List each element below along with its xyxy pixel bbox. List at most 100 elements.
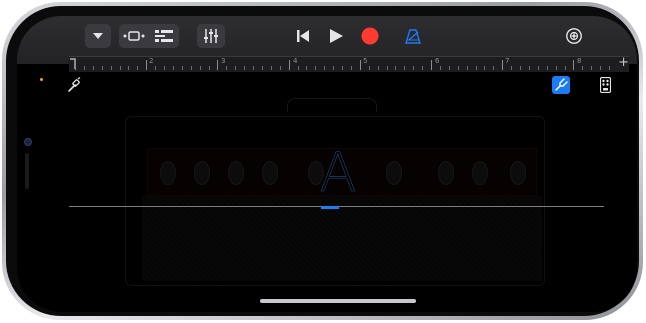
input-settings-button[interactable]	[65, 76, 83, 94]
ruler-tick	[83, 66, 85, 70]
amp-knob	[472, 161, 488, 185]
skip-back-button[interactable]	[292, 24, 314, 48]
ruler-bar-line	[502, 60, 504, 70]
record-icon	[361, 27, 379, 45]
menu-button[interactable]	[85, 24, 111, 48]
play-icon	[330, 29, 343, 43]
ruler-tick	[564, 66, 566, 70]
ruler-tick	[537, 66, 539, 70]
tuner-note: A	[319, 141, 357, 204]
browser-view-icon	[123, 31, 145, 41]
ruler-bar-line	[573, 60, 575, 70]
ruler-tick	[493, 66, 495, 70]
ruler-tick	[413, 66, 415, 70]
ruler-tick	[395, 66, 397, 70]
ruler-bar-line	[146, 60, 148, 70]
earpiece-speaker	[25, 153, 29, 189]
ruler-tick	[439, 66, 441, 70]
timeline-ruler[interactable]: 2 3 4 5 6 7 8 +	[69, 55, 629, 72]
ruler-tick	[582, 66, 584, 70]
ruler-tick	[270, 66, 272, 70]
amp-handle	[287, 98, 377, 112]
ruler-tick	[448, 66, 450, 70]
tuner-button[interactable]	[552, 76, 570, 94]
ruler-tick	[315, 66, 317, 70]
ruler-tick	[368, 66, 370, 70]
ruler-tick	[119, 66, 121, 70]
ruler-bar-line	[217, 60, 219, 70]
ruler-tick	[546, 66, 548, 70]
amp-knob	[160, 161, 176, 185]
ruler-tick	[155, 66, 157, 70]
ruler-bar-line	[359, 60, 361, 70]
ruler-tick	[306, 66, 308, 70]
bar-number: 7	[505, 57, 510, 65]
ruler-tick	[137, 66, 139, 70]
ruler-tick	[261, 66, 263, 70]
ruler-tick	[164, 66, 165, 70]
add-section-button[interactable]: +	[618, 55, 629, 70]
metronome-button[interactable]	[402, 24, 424, 48]
status-dot	[40, 78, 43, 81]
settings-gear-icon	[566, 28, 582, 44]
mixer-sliders-icon	[204, 29, 218, 43]
ruler-tick	[555, 66, 557, 70]
ruler-tick	[172, 66, 174, 70]
tuner-pitch-indicator	[321, 206, 339, 209]
ruler-tick	[101, 66, 103, 70]
tracks-view-icon	[155, 30, 173, 42]
ruler-bar-line	[75, 60, 76, 70]
mixer-button[interactable]	[197, 24, 225, 48]
ruler-tick	[422, 66, 424, 70]
ruler-tick	[484, 66, 486, 70]
notch	[17, 86, 41, 231]
ruler-tick	[92, 66, 94, 70]
stompbox-button[interactable]	[596, 76, 614, 94]
guitar-cable-icon	[68, 77, 81, 92]
bar-number: 5	[363, 57, 368, 65]
ruler-tick	[324, 66, 326, 70]
ruler-tick	[457, 66, 459, 70]
amp-knob	[194, 161, 210, 185]
ruler-tick	[609, 66, 610, 70]
ruler-bar-line	[288, 60, 290, 70]
ruler-tick	[208, 66, 210, 70]
ruler-tick	[181, 66, 183, 70]
amp-speaker-grill	[142, 196, 542, 281]
ruler-tick	[350, 66, 352, 70]
browser-view-button[interactable]	[119, 31, 149, 41]
bar-number: 8	[577, 57, 582, 65]
settings-button[interactable]	[563, 24, 585, 48]
ruler-tick	[244, 66, 246, 70]
bar-number: 3	[221, 57, 226, 65]
ruler-tick	[226, 66, 228, 70]
record-button[interactable]	[359, 24, 381, 48]
tracks-view-button[interactable]	[149, 30, 179, 42]
chevron-down-icon	[93, 33, 103, 39]
ruler-tick	[600, 66, 602, 70]
ruler-tick	[110, 66, 112, 70]
home-indicator[interactable]	[260, 299, 416, 303]
amp-knob	[228, 161, 244, 185]
ruler-tick	[528, 66, 530, 70]
ruler-tick	[235, 66, 237, 70]
bar-number: 6	[435, 57, 440, 65]
ruler-tick	[199, 66, 201, 70]
ruler-tick	[386, 66, 388, 70]
ruler-tick	[190, 66, 192, 70]
ruler-tick	[520, 66, 521, 70]
amp-knob	[510, 161, 526, 185]
ruler-tick	[342, 66, 343, 70]
app-screen: 2 3 4 5 6 7 8 + A	[17, 16, 637, 312]
ruler-tick	[128, 66, 130, 70]
bar-number: 2	[149, 57, 154, 65]
ruler-tick	[404, 66, 406, 70]
ruler-tick	[466, 66, 468, 70]
amp-knob	[262, 161, 278, 185]
ruler-tick	[333, 66, 335, 70]
amp-knob	[438, 161, 454, 185]
phone-bezel: 2 3 4 5 6 7 8 + A	[6, 6, 639, 316]
ruler-tick	[377, 66, 379, 70]
play-button[interactable]	[325, 24, 347, 48]
tuning-fork-icon	[555, 78, 568, 91]
